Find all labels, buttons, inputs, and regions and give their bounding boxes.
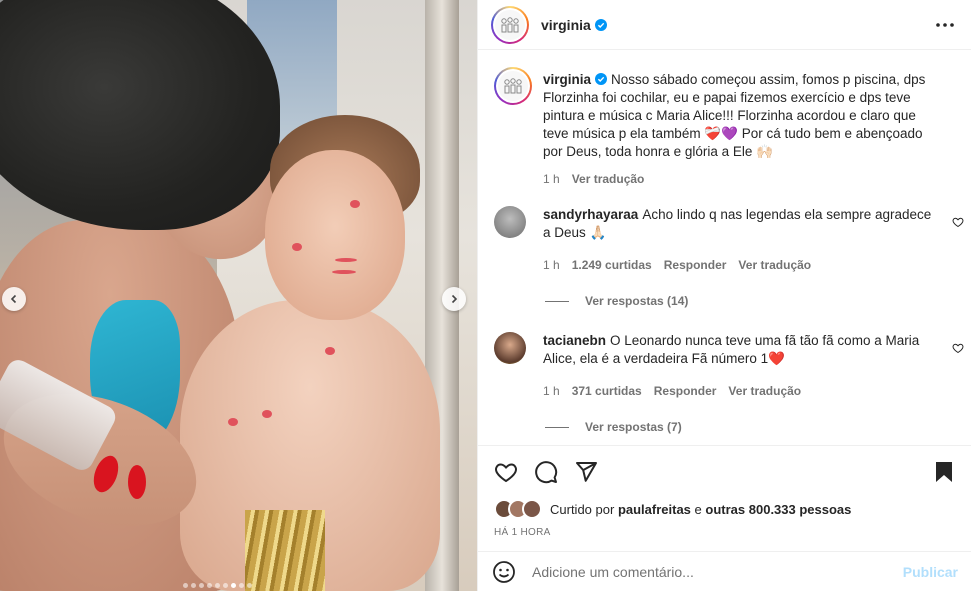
heart-icon[interactable] [494, 460, 518, 484]
comment-time: 1 h [543, 384, 560, 398]
chevron-right-icon [451, 294, 458, 304]
paint-mark [325, 347, 335, 355]
comment-username[interactable]: sandyrhayaraa [543, 207, 638, 222]
carousel-dot [239, 583, 244, 588]
paint-mark [292, 243, 302, 251]
next-slide-button[interactable] [442, 287, 466, 311]
mother-hair [0, 0, 280, 230]
view-replies-label: Ver respostas (14) [585, 294, 689, 308]
comment-likes[interactable]: 1.249 curtidas [572, 256, 652, 274]
view-replies-button[interactable]: Ver respostas (7) [545, 420, 971, 434]
paint-mark [228, 418, 238, 426]
previous-slide-button[interactable] [2, 287, 26, 311]
comment-avatar[interactable] [494, 332, 526, 364]
caption-time: 1 h [543, 172, 560, 186]
reply-button[interactable]: Responder [654, 382, 717, 400]
comment-heart-icon[interactable] [952, 342, 964, 354]
post-header: virginia [478, 0, 971, 50]
likes-others[interactable]: outras 800.333 pessoas [705, 502, 851, 517]
post-media[interactable] [0, 0, 477, 591]
likes-prefix: Curtido por [550, 501, 615, 517]
view-replies-button[interactable]: Ver respostas (14) [545, 294, 971, 308]
carousel-dots [183, 583, 252, 588]
comment-time: 1 h [543, 258, 560, 272]
carousel-dot [215, 583, 220, 588]
likes-middle: e [694, 501, 702, 517]
gold-bracelets [245, 510, 325, 591]
post-actions: Curtido por paulafreitas e outras 800.33… [478, 445, 971, 538]
paint-mark [335, 258, 357, 262]
caption-translate-link[interactable]: Ver tradução [572, 170, 645, 188]
carousel-dot [191, 583, 196, 588]
child-face [265, 150, 405, 320]
chevron-left-icon [10, 294, 17, 304]
replies-divider [545, 300, 569, 302]
add-comment-bar: Adicione um comentário... Publicar [478, 551, 971, 591]
liker-avatars [494, 499, 542, 519]
carousel-dot [231, 583, 236, 588]
comment-item: sandyrhayaraa Acho lindo q nas legendas e… [478, 206, 971, 274]
more-options-button[interactable] [933, 13, 957, 37]
caption-avatar[interactable] [494, 67, 532, 105]
comments-list[interactable]: virginia Nosso sábado começou assim, fomo… [478, 57, 971, 445]
carousel-dot [199, 583, 204, 588]
comment-input[interactable]: Adicione um comentário... [532, 564, 903, 580]
comment-translate-link[interactable]: Ver tradução [738, 256, 811, 274]
comment-heart-icon[interactable] [952, 216, 964, 228]
paint-mark [350, 200, 360, 208]
verified-icon [595, 73, 608, 85]
post-panel: virginia virginia Nosso sábado começou as… [477, 0, 971, 591]
paint-mark [262, 410, 272, 418]
paint-mark [332, 270, 356, 274]
carousel-dot [247, 583, 252, 588]
verified-icon [594, 18, 607, 31]
liker-avatar [522, 499, 542, 519]
caption-username[interactable]: virginia [543, 72, 591, 87]
caption-text: Nosso sábado começou assim, fomos p pisc… [543, 72, 926, 159]
comment-item: tacianebn O Leonardo nunca teve uma fã tã… [478, 332, 971, 400]
post-caption: virginia Nosso sábado começou assim, fomo… [478, 67, 971, 188]
post-timestamp: HÁ 1 HORA [494, 527, 551, 538]
author-username[interactable]: virginia [541, 17, 591, 33]
comment-likes[interactable]: 371 curtidas [572, 382, 642, 400]
publish-button[interactable]: Publicar [903, 564, 958, 580]
carousel-dot [207, 583, 212, 588]
view-replies-label: Ver respostas (7) [585, 420, 682, 434]
comment-icon[interactable] [534, 460, 558, 484]
reply-button[interactable]: Responder [664, 256, 727, 274]
carousel-dot [223, 583, 228, 588]
comment-username[interactable]: tacianebn [543, 333, 606, 348]
comment-translate-link[interactable]: Ver tradução [728, 382, 801, 400]
likes-summary: Curtido por paulafreitas e outras 800.33… [478, 498, 971, 520]
author-logo-icon [498, 71, 528, 101]
red-nail [128, 465, 146, 499]
share-icon[interactable] [574, 460, 598, 484]
comment-avatar[interactable] [494, 206, 526, 238]
likes-user[interactable]: paulafreitas [618, 502, 691, 517]
more-icon [936, 22, 954, 27]
carousel-dot [183, 583, 188, 588]
author-avatar[interactable] [491, 5, 529, 44]
author-logo-icon [495, 9, 525, 40]
replies-divider [545, 426, 569, 428]
bookmark-icon[interactable] [932, 460, 956, 484]
emoji-icon[interactable] [492, 560, 516, 584]
